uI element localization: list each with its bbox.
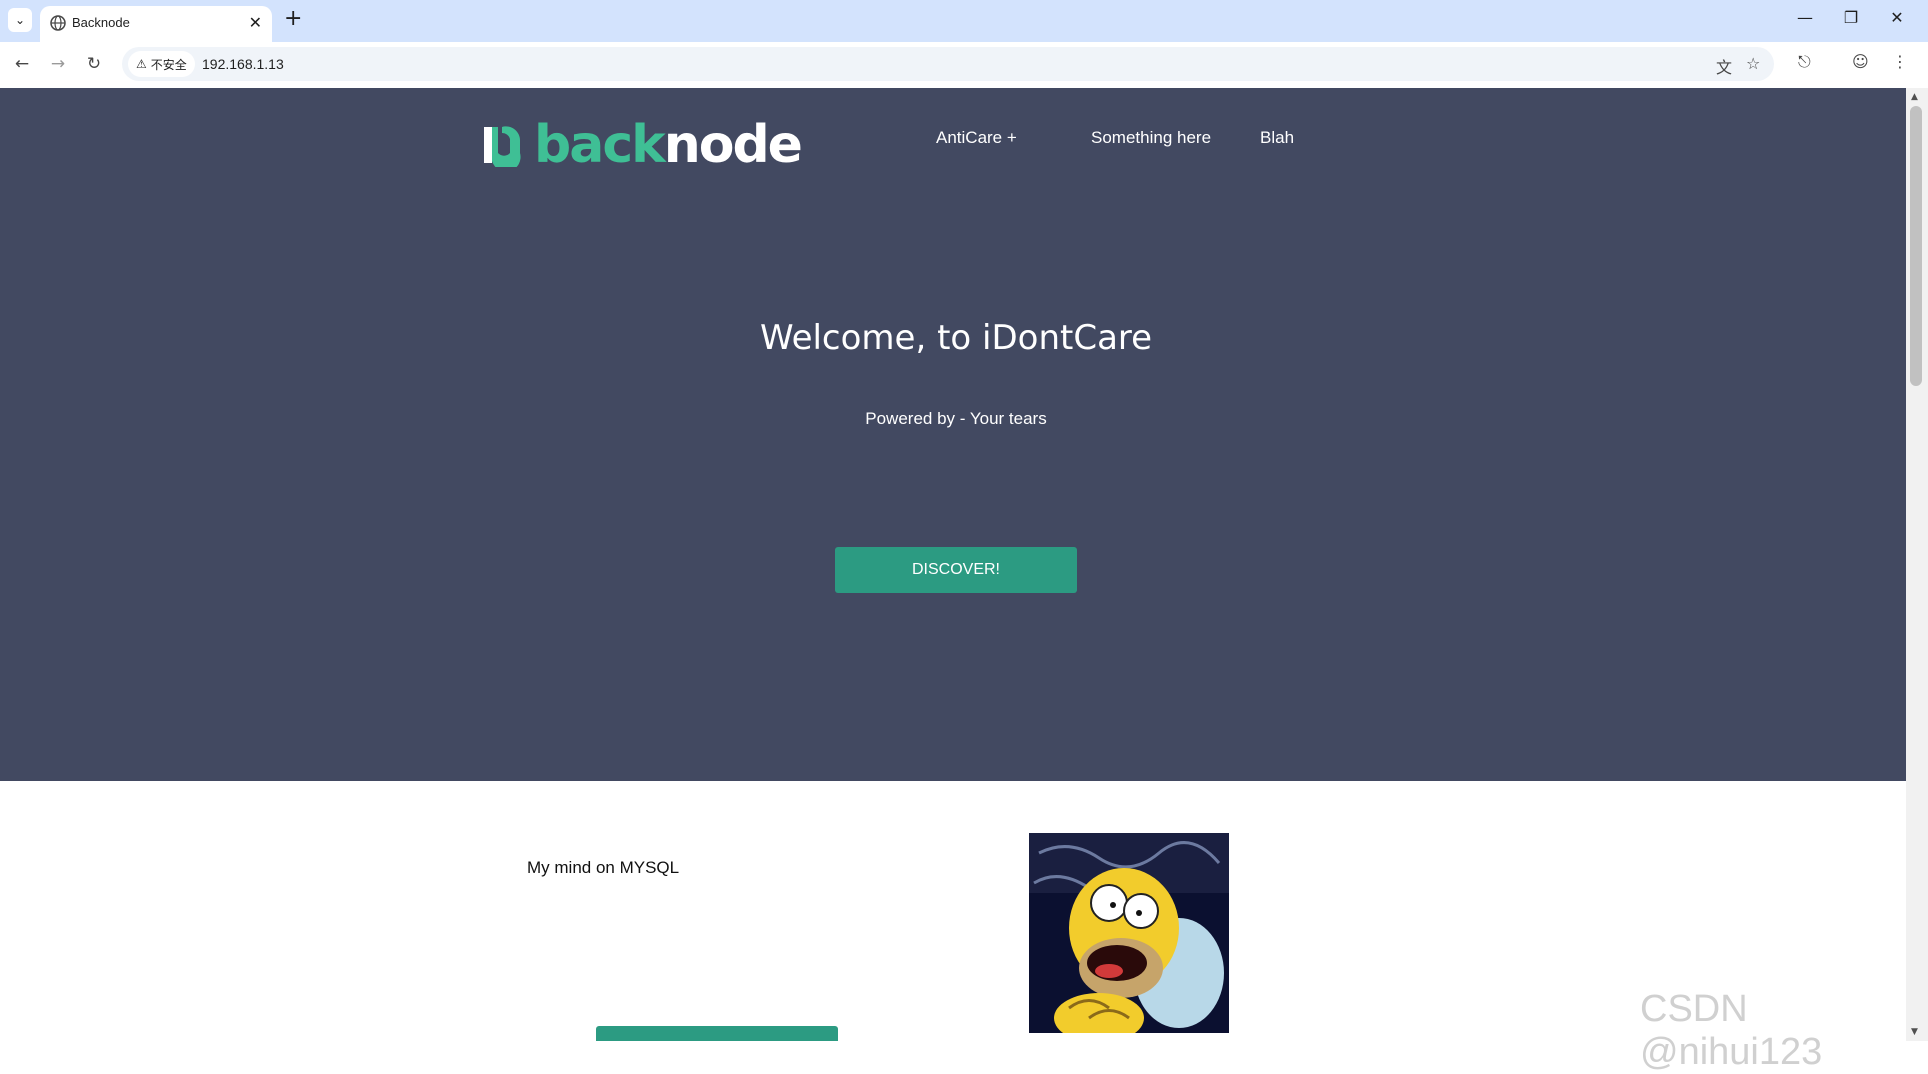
minimize-icon[interactable]: — (1782, 8, 1828, 27)
nav-anticare[interactable]: AntiCare + (936, 128, 1017, 148)
puzzle-icon[interactable]: ⎋ (1798, 52, 1811, 72)
close-window-icon[interactable]: ✕ (1874, 8, 1920, 27)
warning-icon: ⚠ (136, 57, 147, 71)
arrow-right-icon[interactable]: → (46, 52, 70, 76)
watermark-text: CSDN @nihui123 (1640, 988, 1823, 1073)
chevron-down-icon: ⌄ (14, 13, 26, 27)
page-viewport: backnode AntiCare + Something here Blah … (0, 88, 1906, 1041)
browser-tab-bar: ⌄ Backnode ✕ + — ❐ ✕ (0, 0, 1928, 42)
globe-icon (50, 15, 66, 31)
new-tab-button[interactable]: + (284, 7, 302, 31)
cartoon-illustration (1029, 833, 1229, 1033)
star-icon[interactable]: ☆ (1746, 54, 1760, 73)
discover-button[interactable]: DISCOVER! (835, 547, 1077, 593)
nav-something-here[interactable]: Something here (1091, 128, 1211, 148)
kebab-menu-icon[interactable]: ⋮ (1892, 52, 1908, 71)
arrow-left-icon[interactable]: ← (10, 52, 34, 76)
browser-tab[interactable]: Backnode ✕ (40, 6, 272, 42)
tab-search-button[interactable]: ⌄ (8, 8, 32, 32)
browser-toolbar: ← → ↻ ⚠ 不安全 192.168.1.13 文 ☆ ⎋ ☺ ⋮ (0, 42, 1928, 89)
section-text: My mind on MYSQL (527, 858, 680, 877)
tab-title: Backnode (72, 15, 130, 30)
hero-title: Welcome, to iDontCare (759, 318, 1153, 358)
site-logo[interactable]: backnode (480, 110, 803, 180)
bottom-button[interactable] (596, 1026, 838, 1041)
nav-blah[interactable]: Blah (1260, 128, 1294, 148)
cartoon-image (1029, 833, 1229, 1033)
url-text[interactable]: 192.168.1.13 (202, 56, 284, 72)
logo-wordmark: backnode (534, 119, 803, 171)
scroll-up-arrow-icon[interactable]: ▲ (1911, 92, 1918, 102)
hero-section: backnode AntiCare + Something here Blah … (0, 88, 1906, 781)
logo-part-back: back (534, 115, 666, 175)
security-chip[interactable]: ⚠ 不安全 (128, 51, 195, 77)
translate-icon[interactable]: 文 (1716, 54, 1732, 78)
profile-icon[interactable]: ☺ (1852, 52, 1869, 71)
page-scrollbar[interactable]: ▲ ▼ (1906, 88, 1928, 1041)
restore-icon[interactable]: ❐ (1828, 8, 1874, 27)
close-tab-icon[interactable]: ✕ (249, 13, 262, 32)
logo-part-node: node (663, 115, 803, 175)
reload-icon[interactable]: ↻ (82, 52, 106, 76)
security-label: 不安全 (150, 57, 187, 72)
address-bar[interactable]: ⚠ 不安全 192.168.1.13 文 ☆ (122, 47, 1774, 81)
backnode-logo-icon (484, 126, 521, 167)
scroll-thumb[interactable] (1910, 106, 1922, 386)
hero-subtitle: Powered by - Your tears (865, 409, 1047, 428)
